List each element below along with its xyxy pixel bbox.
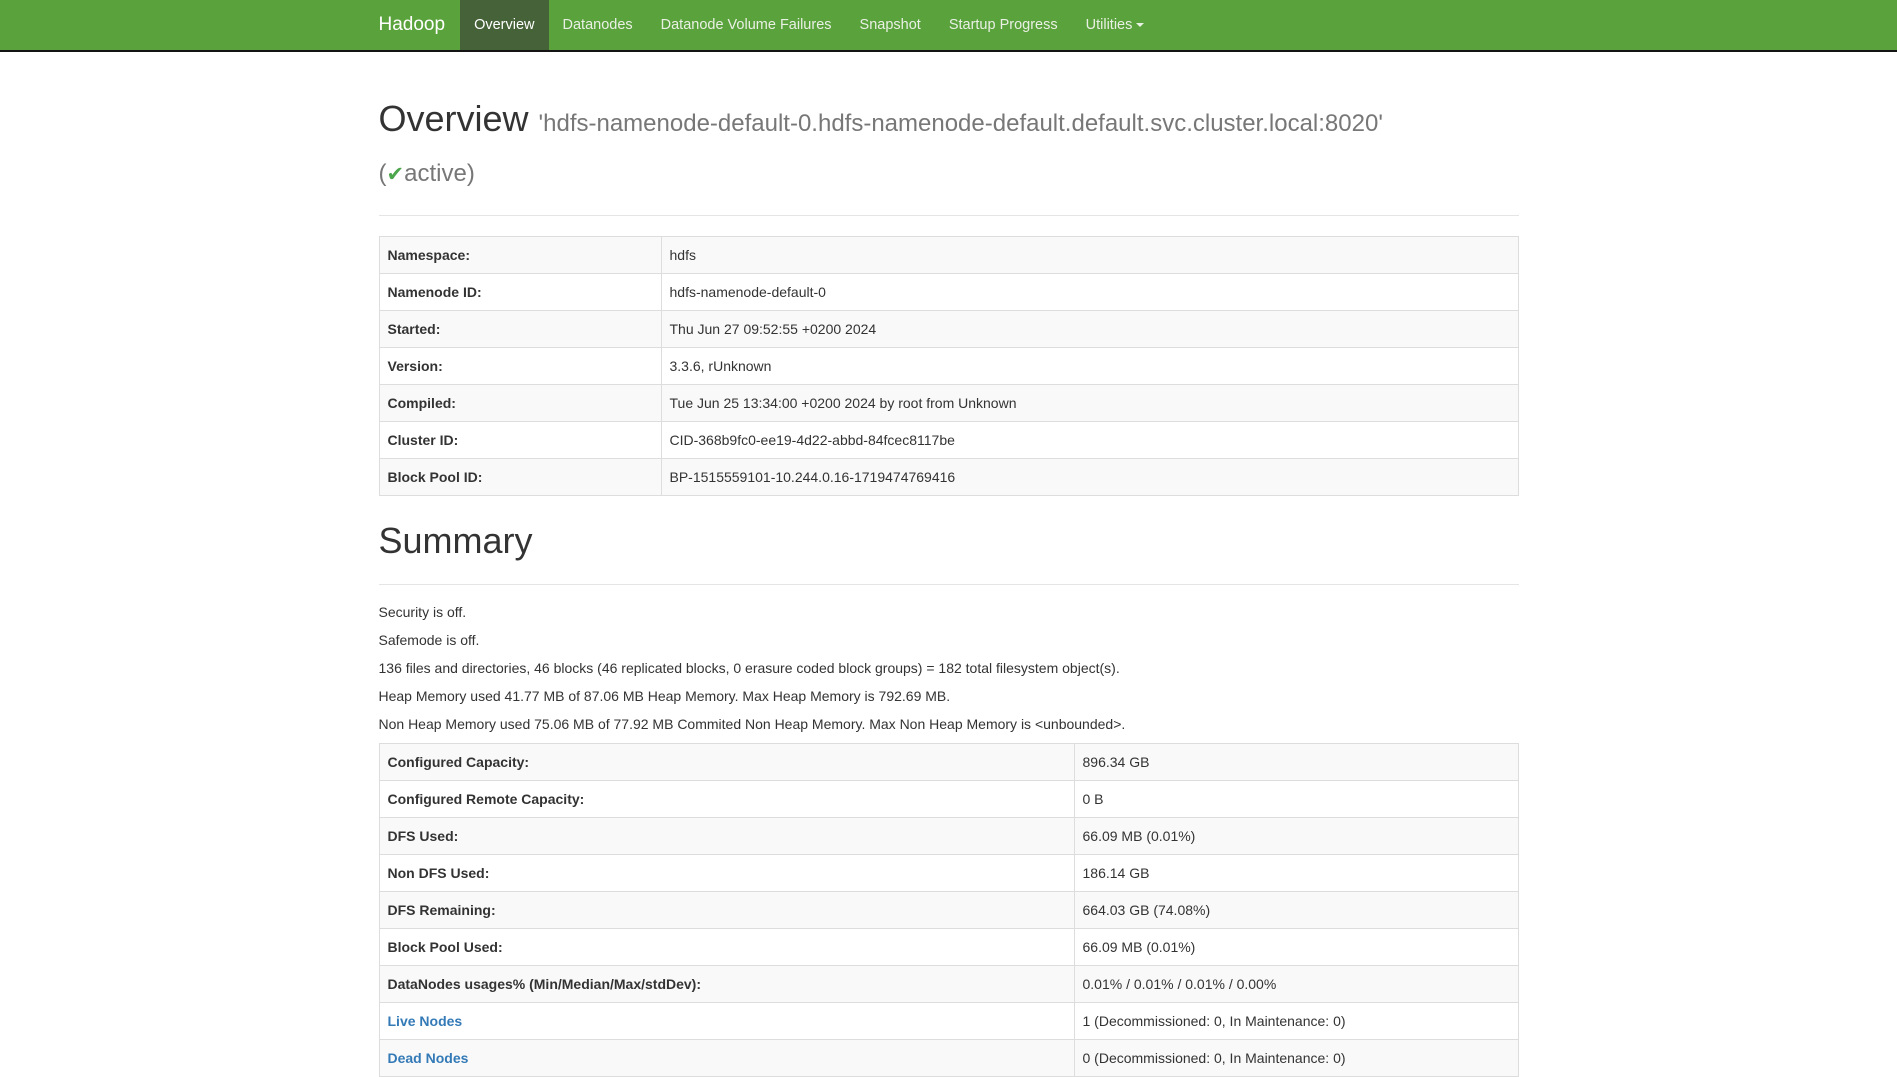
state-paren-close: ) [467,160,475,187]
namenode-host-text: 'hdfs-namenode-default-0.hdfs-namenode-d… [539,110,1383,137]
row-value: Tue Jun 25 13:34:00 +0200 2024 by root f… [661,384,1518,421]
nav-dropdown-utilities[interactable]: Utilities [1072,0,1159,50]
namenode-state: (✔active) [379,160,475,187]
table-row: Non DFS Used: 186.14 GB [379,855,1518,892]
row-value: 0.01% / 0.01% / 0.01% / 0.00% [1074,966,1518,1003]
state-label: active [404,160,467,187]
table-row: Namenode ID: hdfs-namenode-default-0 [379,273,1518,310]
top-navbar: Hadoop Overview Datanodes Datanode Volum… [0,0,1897,52]
row-value: Thu Jun 27 09:52:55 +0200 2024 [661,310,1518,347]
row-value: hdfs [661,236,1518,273]
row-value: 0 (Decommissioned: 0, In Maintenance: 0) [1074,1040,1518,1077]
live-nodes-link[interactable]: Live Nodes [388,1013,463,1029]
table-row: Configured Remote Capacity: 0 B [379,781,1518,818]
brand-hadoop[interactable]: Hadoop [379,0,461,50]
table-row: Started: Thu Jun 27 09:52:55 +0200 2024 [379,310,1518,347]
table-row: Configured Capacity: 896.34 GB [379,744,1518,781]
summary-divider [379,584,1519,585]
nav-tab-datanodes[interactable]: Datanodes [549,0,647,50]
table-row: Version: 3.3.6, rUnknown [379,347,1518,384]
dead-nodes-link[interactable]: Dead Nodes [388,1050,469,1066]
summary-filesystem-objects: 136 files and directories, 46 blocks (46… [379,659,1519,679]
row-value: 3.3.6, rUnknown [661,347,1518,384]
row-value: CID-368b9fc0-ee19-4d22-abbd-84fcec8117be [661,421,1518,458]
row-label: Dead Nodes [379,1040,1074,1077]
row-label: Non DFS Used: [379,855,1074,892]
table-row: Namespace: hdfs [379,236,1518,273]
summary-security-status: Security is off. [379,603,1519,623]
table-row: Live Nodes 1 (Decommissioned: 0, In Main… [379,1003,1518,1040]
nav-tab-startup-progress[interactable]: Startup Progress [935,0,1072,50]
row-value: 1 (Decommissioned: 0, In Maintenance: 0) [1074,1003,1518,1040]
summary-title: Summary [379,516,1519,566]
summary-non-heap-memory: Non Heap Memory used 75.06 MB of 77.92 M… [379,715,1519,735]
nav-tab-snapshot[interactable]: Snapshot [846,0,935,50]
table-row: DFS Used: 66.09 MB (0.01%) [379,818,1518,855]
table-row: Block Pool Used: 66.09 MB (0.01%) [379,929,1518,966]
table-row: Block Pool ID: BP-1515559101-10.244.0.16… [379,458,1518,495]
row-value: 664.03 GB (74.08%) [1074,892,1518,929]
nav-tab-datanode-volume-failures[interactable]: Datanode Volume Failures [647,0,846,50]
row-label: DFS Used: [379,818,1074,855]
table-row: Compiled: Tue Jun 25 13:34:00 +0200 2024… [379,384,1518,421]
nav-dropdown-utilities-label: Utilities [1086,17,1133,33]
table-row: Dead Nodes 0 (Decommissioned: 0, In Main… [379,1040,1518,1077]
row-label: Block Pool ID: [379,458,661,495]
summary-table: Configured Capacity: 896.34 GB Configure… [379,743,1519,1077]
row-label: DataNodes usages% (Min/Median/Max/stdDev… [379,966,1074,1003]
namenode-host: 'hdfs-namenode-default-0.hdfs-namenode-d… [379,110,1383,187]
caret-down-icon [1136,23,1144,27]
row-value: 66.09 MB (0.01%) [1074,929,1518,966]
row-label: Compiled: [379,384,661,421]
row-label: Cluster ID: [379,421,661,458]
row-label: DFS Remaining: [379,892,1074,929]
title-divider [379,215,1519,216]
summary-heap-memory: Heap Memory used 41.77 MB of 87.06 MB He… [379,687,1519,707]
table-row: DataNodes usages% (Min/Median/Max/stdDev… [379,966,1518,1003]
summary-safemode-status: Safemode is off. [379,631,1519,651]
namenode-info-table: Namespace: hdfs Namenode ID: hdfs-nameno… [379,236,1519,496]
nav-tab-overview[interactable]: Overview [460,0,548,50]
row-label: Version: [379,347,661,384]
page-title-text: Overview [379,98,529,139]
active-check-icon: ✔ [387,163,405,186]
table-row: DFS Remaining: 664.03 GB (74.08%) [379,892,1518,929]
row-value: 66.09 MB (0.01%) [1074,818,1518,855]
row-label: Configured Remote Capacity: [379,781,1074,818]
row-label: Configured Capacity: [379,744,1074,781]
page-title: Overview 'hdfs-namenode-default-0.hdfs-n… [379,94,1519,195]
row-value: hdfs-namenode-default-0 [661,273,1518,310]
row-value: 0 B [1074,781,1518,818]
row-label: Live Nodes [379,1003,1074,1040]
row-value: 186.14 GB [1074,855,1518,892]
table-row: Cluster ID: CID-368b9fc0-ee19-4d22-abbd-… [379,421,1518,458]
navbar-menu: Overview Datanodes Datanode Volume Failu… [460,0,1158,50]
state-paren-open: ( [379,160,387,187]
row-value: 896.34 GB [1074,744,1518,781]
row-label: Block Pool Used: [379,929,1074,966]
row-label: Namespace: [379,236,661,273]
row-label: Started: [379,310,661,347]
row-value: BP-1515559101-10.244.0.16-1719474769416 [661,458,1518,495]
row-label: Namenode ID: [379,273,661,310]
